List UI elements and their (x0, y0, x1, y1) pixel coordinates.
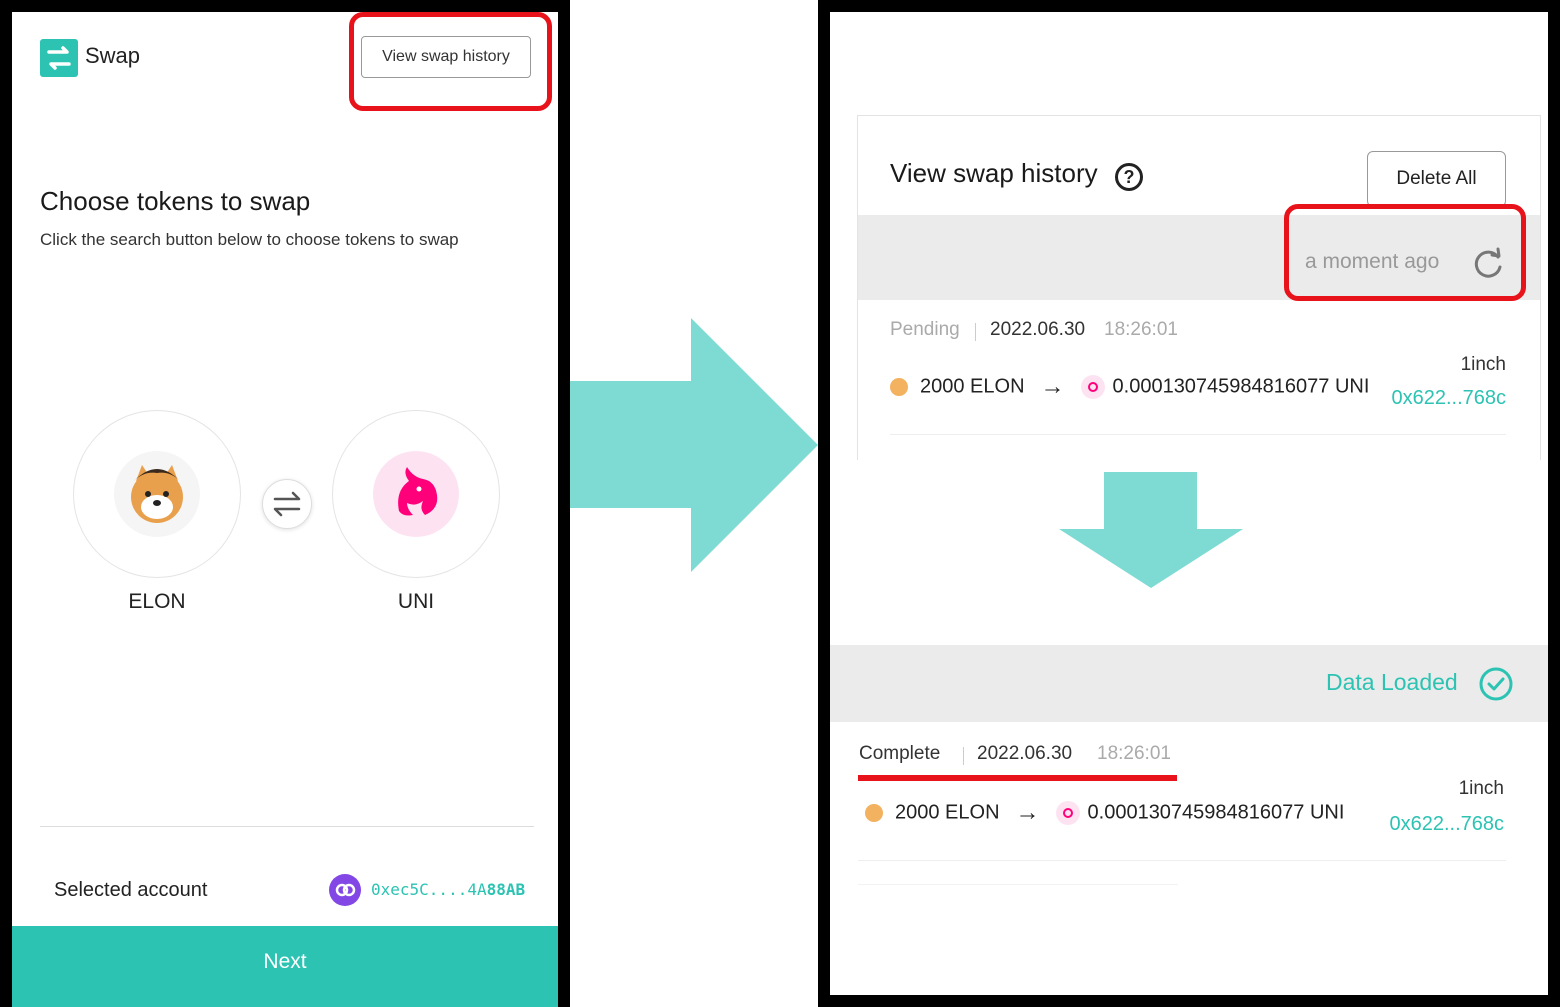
pending-exchange: 1inch (1460, 354, 1506, 375)
highlight-underline (858, 775, 1177, 781)
swap-logo-icon (40, 39, 78, 77)
pending-status: Pending (890, 319, 960, 340)
delete-all-button[interactable]: Delete All (1367, 151, 1506, 207)
uniswap-unicorn-icon (373, 451, 459, 537)
swap-screen: Swap View swap history Choose tokens to … (0, 0, 570, 1007)
arrow-right-icon: → (1015, 799, 1040, 826)
page-title: Choose tokens to swap (40, 186, 311, 216)
uni-token-icon (1080, 375, 1105, 399)
row-divider (858, 860, 1506, 861)
elon-token-icon (890, 378, 908, 396)
swap-direction-button[interactable] (262, 479, 312, 529)
check-circle-icon (1479, 667, 1513, 701)
to-token-selector[interactable] (332, 410, 500, 578)
separator (975, 323, 976, 341)
swap-arrows-icon (273, 491, 301, 517)
pending-swap-detail: 2000 ELON → 0.000130745984816077 UNI (890, 373, 1369, 401)
complete-tx-link[interactable]: 0x622...768c (1354, 813, 1504, 836)
elon-token-icon (865, 804, 883, 822)
data-loaded-text: Data Loaded (1326, 669, 1458, 695)
from-token-selector[interactable] (73, 410, 241, 578)
separator (963, 747, 964, 765)
complete-swap-detail: 2000 ELON → 0.000130745984816077 UNI (865, 799, 1344, 827)
complete-time: 18:26:01 (1097, 743, 1171, 764)
uni-token-icon (1055, 801, 1080, 825)
page-subtitle: Click the search button below to choose … (40, 230, 459, 249)
question-icon[interactable]: ? (1115, 163, 1143, 191)
complete-status: Complete (859, 743, 941, 764)
to-token-label: UNI (397, 590, 435, 613)
pending-date: 2022.06.30 (990, 319, 1086, 340)
highlight-box (349, 12, 552, 111)
down-arrow-icon (1059, 472, 1243, 588)
arrow-right-icon: → (1040, 373, 1065, 400)
pending-tx-link[interactable]: 0x622...768c (1356, 387, 1506, 410)
right-arrow-icon (570, 318, 818, 572)
swap-history-title: View swap history (890, 158, 1098, 188)
account-address[interactable]: 0xec5C....4A88AB (371, 880, 525, 899)
elon-shiba-icon (114, 451, 200, 537)
row-divider (890, 434, 1506, 435)
polygon-network-icon (329, 874, 361, 906)
complete-date: 2022.06.30 (977, 743, 1073, 764)
divider (40, 826, 534, 827)
app-title: Swap (85, 43, 141, 68)
selected-account-label: Selected account (54, 879, 208, 901)
pending-time: 18:26:01 (1104, 319, 1178, 340)
row-divider (858, 884, 1178, 885)
highlight-box (1284, 204, 1526, 301)
next-button[interactable]: Next (12, 926, 558, 1007)
complete-exchange: 1inch (1458, 778, 1504, 799)
from-token-label: ELON (128, 590, 186, 613)
